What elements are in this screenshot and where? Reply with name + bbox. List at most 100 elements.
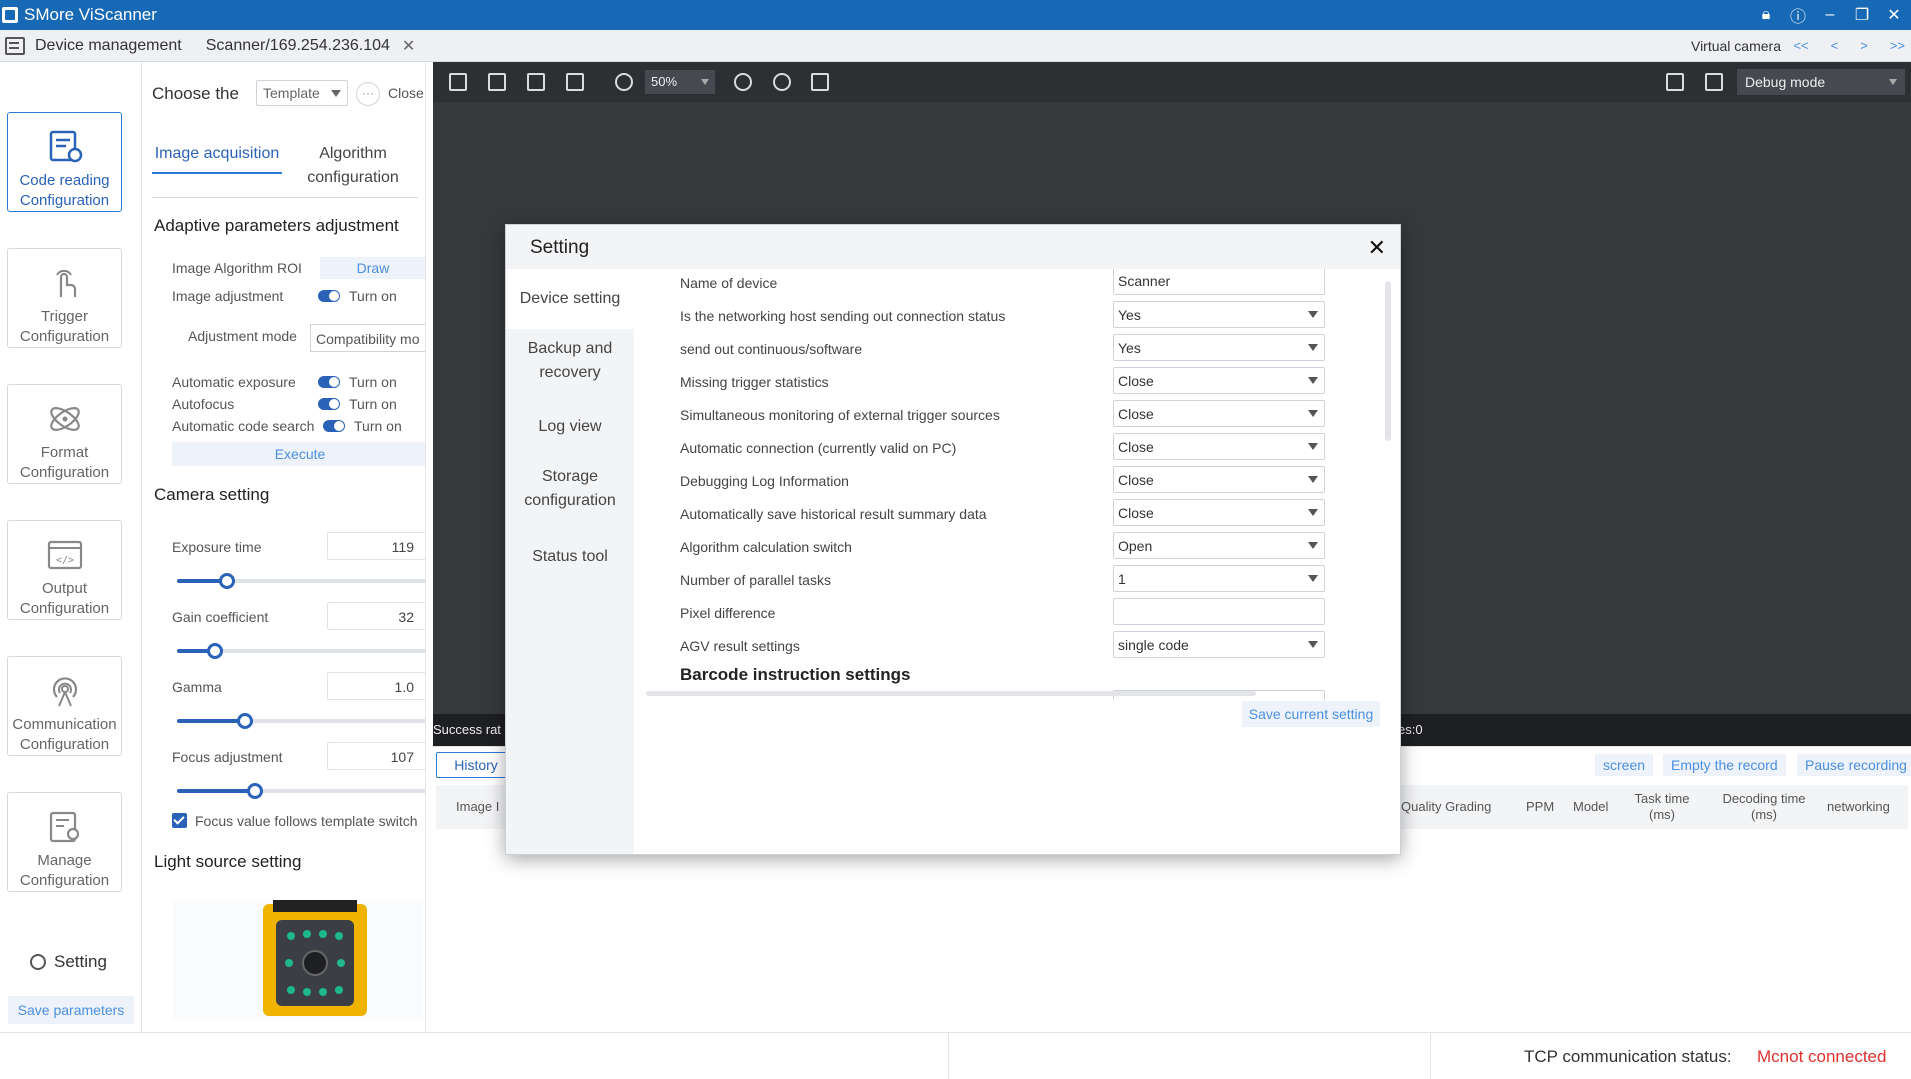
image-adjustment-toggle[interactable] (318, 290, 340, 302)
field-label: Debugging Log Information (680, 473, 849, 489)
focus-follow-label: Focus value follows template switch (195, 813, 418, 829)
sidebar-item-label: Output Configuration (19, 580, 110, 617)
tab-device-management[interactable]: Device management (35, 37, 182, 55)
parallel-tasks-select[interactable]: 1 (1113, 565, 1325, 592)
col-ppm: PPM (1526, 799, 1555, 814)
image-adjustment-label: Image adjustment (172, 288, 284, 304)
pause-icon[interactable] (449, 73, 467, 91)
autofocus-toggle[interactable] (318, 398, 340, 410)
exposure-time-slider[interactable] (177, 573, 425, 589)
slider-knob[interactable] (207, 643, 223, 659)
slider-knob[interactable] (247, 783, 263, 799)
col-quality-grading: Quality Grading (1401, 799, 1492, 814)
first-camera-button[interactable]: << (1793, 38, 1808, 53)
focus-follow-checkbox[interactable] (172, 813, 187, 828)
tab-history[interactable]: History (436, 752, 516, 778)
barcode-section-title: Barcode instruction settings (680, 665, 911, 684)
next-camera-button[interactable]: > (1860, 38, 1868, 53)
dialog-close-icon[interactable]: ✕ (1368, 235, 1386, 261)
save-current-setting-button[interactable]: Save current setting (1242, 701, 1380, 727)
tab-scanner[interactable]: Scanner/169.254.236.104 (206, 37, 390, 55)
tcp-status-label: TCP communication status: (1524, 1047, 1732, 1066)
menu-storage-configuration[interactable]: Storage configuration (506, 465, 634, 513)
auto-code-search-toggle[interactable] (323, 420, 345, 432)
pixel-difference-input[interactable] (1113, 598, 1325, 625)
fit-window-icon[interactable] (811, 73, 829, 91)
external-trigger-select[interactable]: Close (1113, 400, 1325, 427)
prev-camera-button[interactable]: < (1831, 38, 1839, 53)
lock-icon[interactable]: 🔒︎ (1757, 6, 1775, 24)
zoom-out-icon[interactable] (615, 73, 633, 91)
horizontal-scrollbar[interactable] (646, 691, 1256, 696)
mode-select[interactable]: Debug mode (1737, 69, 1905, 95)
gamma-input[interactable]: 1.0 (327, 672, 425, 700)
crop-icon[interactable] (1666, 73, 1684, 91)
fullscreen-icon[interactable] (1705, 73, 1723, 91)
status-divider (1430, 1033, 1431, 1079)
device-setting-form: Name of device Scanner Is the networking… (634, 269, 1400, 854)
focus-label: Focus adjustment (172, 749, 283, 765)
trigger-icon (45, 265, 85, 301)
adjustment-mode-select[interactable]: Compatibility mo (310, 324, 425, 352)
sidebar-item-format[interactable]: Format Configuration (7, 384, 122, 484)
debug-log-select[interactable]: Close (1113, 466, 1325, 493)
gamma-label: Gamma (172, 679, 222, 695)
menu-log-view[interactable]: Log view (506, 415, 634, 439)
sidebar-item-code-reading[interactable]: Code reading Configuration (7, 112, 122, 212)
screen-button[interactable]: screen (1595, 754, 1654, 776)
zoom-in-icon[interactable] (734, 73, 752, 91)
zoom-select[interactable]: 50% (645, 70, 715, 94)
save-parameters-button[interactable]: Save parameters (8, 996, 134, 1024)
field-label: AGV result settings (680, 638, 800, 654)
auto-save-history-select[interactable]: Close (1113, 499, 1325, 526)
tab-algorithm-configuration[interactable]: Algorithm configuration (288, 142, 418, 190)
setting-nav[interactable]: Setting (30, 952, 107, 972)
vertical-scrollbar[interactable] (1385, 281, 1391, 441)
empty-record-button[interactable]: Empty the record (1663, 754, 1786, 776)
restore-icon[interactable]: ❐ (1853, 5, 1871, 25)
window-controls: 🔒︎ ⓘ – ❐ ✕ (1757, 0, 1903, 30)
focus-slider[interactable] (177, 783, 425, 799)
gain-slider[interactable] (177, 643, 425, 659)
last-camera-button[interactable]: >> (1890, 38, 1905, 53)
menu-backup-recovery[interactable]: Backup and recovery (506, 337, 634, 385)
missing-trigger-select[interactable]: Close (1113, 367, 1325, 394)
exposure-time-input[interactable]: 119 (327, 532, 425, 560)
draw-roi-button[interactable]: Draw (320, 257, 425, 279)
tab-close-icon[interactable]: ✕ (402, 36, 415, 56)
gamma-slider[interactable] (177, 713, 425, 729)
field-label: Automatically save historical result sum… (680, 506, 987, 522)
close-icon[interactable]: ✕ (1885, 5, 1903, 25)
col-task-time: Task time (ms) (1634, 791, 1690, 822)
sidebar-item-manage[interactable]: Manage Configuration (7, 792, 122, 892)
layout-icon[interactable] (566, 73, 584, 91)
more-icon[interactable]: ··· (356, 82, 380, 106)
execute-button[interactable]: Execute (172, 442, 425, 466)
pause-recording-button[interactable]: Pause recording (1797, 754, 1911, 776)
sidebar-item-communication[interactable]: Communication Configuration (7, 656, 122, 756)
save-image-icon[interactable] (488, 73, 506, 91)
menu-device-setting[interactable]: Device setting (506, 269, 634, 329)
focus-input[interactable]: 107 (327, 742, 425, 770)
send-continuous-select[interactable]: Yes (1113, 334, 1325, 361)
info-icon[interactable]: ⓘ (1789, 3, 1807, 27)
device-name-input[interactable]: Scanner (1113, 269, 1325, 295)
slider-knob[interactable] (237, 713, 253, 729)
template-select[interactable]: Template (256, 80, 348, 106)
sidebar-item-trigger[interactable]: Trigger Configuration (7, 248, 122, 348)
sidebar-item-output[interactable]: </> Output Configuration (7, 520, 122, 620)
auto-exposure-toggle[interactable] (318, 376, 340, 388)
algorithm-switch-select[interactable]: Open (1113, 532, 1325, 559)
close-template-button[interactable]: Close (388, 85, 424, 101)
agv-result-select[interactable]: single code (1113, 631, 1325, 658)
auto-connection-select[interactable]: Close (1113, 433, 1325, 460)
slider-knob[interactable] (219, 573, 235, 589)
minimize-icon[interactable]: – (1821, 6, 1839, 24)
menu-status-tool[interactable]: Status tool (506, 545, 634, 569)
actual-size-icon[interactable] (773, 73, 791, 91)
tab-image-acquisition[interactable]: Image acquisition (152, 142, 282, 174)
tab-bar: Device management Scanner/169.254.236.10… (0, 30, 1911, 62)
networking-status-select[interactable]: Yes (1113, 301, 1325, 328)
gain-input[interactable]: 32 (327, 602, 425, 630)
normal-icon[interactable] (527, 73, 545, 91)
